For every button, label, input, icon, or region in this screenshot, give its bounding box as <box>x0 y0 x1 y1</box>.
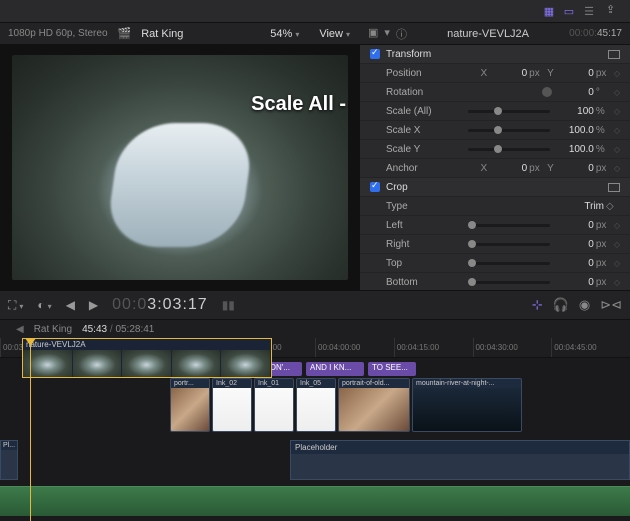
viewer-overlay-text: Scale All - <box>251 93 346 116</box>
rotation-dial[interactable] <box>542 87 552 97</box>
crop-bottom-slider[interactable] <box>468 281 550 284</box>
crop-reset-icon[interactable] <box>608 183 620 192</box>
enhance-tool-button[interactable]: ◐ <box>37 298 51 312</box>
color-inspector-icon[interactable]: ▾ <box>384 26 390 42</box>
scale-x-row: Scale X 100.0% ◇ <box>360 121 630 140</box>
audio-track[interactable] <box>0 486 630 516</box>
clip-duration: 00:00:45:17 <box>569 28 622 39</box>
crop-checkbox[interactable] <box>370 182 380 192</box>
position-row: Position X0px Y0px ◇ <box>360 64 630 83</box>
scale-y-row: Scale Y 100.0% ◇ <box>360 140 630 159</box>
crop-right-row: Right 0px◇ <box>360 235 630 254</box>
scale-x-slider[interactable] <box>468 129 550 132</box>
connected-clip[interactable]: mountain-river-at-night-... <box>412 378 522 432</box>
audio-skim-icon[interactable]: 🎧 <box>553 297 569 313</box>
ruler-tick[interactable]: 00:04:00:00 <box>315 338 394 357</box>
transform-reset-icon[interactable] <box>608 50 620 59</box>
primary-clip[interactable]: nature-VEVLJ2A <box>22 338 272 378</box>
scale-y-value[interactable]: 100.0 <box>558 144 594 155</box>
scale-x-value[interactable]: 100.0 <box>558 125 594 136</box>
solo-icon[interactable]: ◉ <box>579 297 590 313</box>
left-clip[interactable]: Pl... <box>0 440 18 480</box>
prev-frame-button[interactable]: ◀ <box>66 298 75 312</box>
timeline-info: ◀ Rat King 45:43 / 05:28:41 <box>0 320 630 338</box>
transform-checkbox[interactable] <box>370 49 380 59</box>
playhead[interactable] <box>30 338 31 521</box>
anchor-row: Anchor X0px Y0px ◇ <box>360 159 630 178</box>
crop-tool-button[interactable]: ⛶ <box>8 298 23 313</box>
timeline-icon[interactable]: ▭ <box>560 3 578 19</box>
crop-section[interactable]: Crop <box>360 178 630 197</box>
back-icon[interactable]: ◀ <box>16 324 24 335</box>
toolbar-mode-buttons: ▦ ▭ ☰ <box>540 3 598 19</box>
main-area: Scale All - Transform Position X0px Y0px… <box>0 45 630 290</box>
connected-clip[interactable]: Ink_02 <box>212 378 252 432</box>
transport-bar: ⛶ ◐ ◀ ▶ 00:03:03:17 ▮▮ ⊹ 🎧 ◉ ⊳⊲ <box>0 290 630 320</box>
format-label: 1080p HD 60p, Stereo <box>8 28 108 39</box>
scale-all-row: Scale (All) 100% ◇ <box>360 102 630 121</box>
anchor-y-value[interactable]: 0 <box>558 163 594 174</box>
clapper-icon[interactable]: 🎬 <box>118 27 132 40</box>
viewer-image <box>12 55 348 280</box>
crop-top-slider[interactable] <box>468 262 550 265</box>
info-inspector-icon[interactable]: ⓘ <box>396 26 407 42</box>
crop-type-value[interactable]: Trim <box>568 201 604 212</box>
app-toolbar: ▦ ▭ ☰ ⇪ <box>0 0 630 23</box>
share-icon[interactable]: ⇪ <box>606 3 624 19</box>
viewer[interactable]: Scale All - <box>0 45 360 290</box>
play-button[interactable]: ▶ <box>89 298 98 312</box>
transform-section[interactable]: Transform <box>360 45 630 64</box>
crop-top-row: Top 0px◇ <box>360 254 630 273</box>
timecode-display[interactable]: 00:03:03:17 <box>112 296 208 314</box>
scale-all-slider[interactable] <box>468 110 550 113</box>
project-name: Rat King <box>141 28 183 40</box>
crop-type-row: Type Trim◇ <box>360 197 630 216</box>
inspector-panel: Transform Position X0px Y0px ◇ Rotation … <box>360 45 630 290</box>
zoom-dropdown[interactable]: 54% <box>270 28 299 40</box>
browser-icon[interactable]: ▦ <box>540 3 558 19</box>
ruler-tick[interactable]: 00:04:15:00 <box>394 338 473 357</box>
connected-clip[interactable]: Ink_05 <box>296 378 336 432</box>
viewer-header: 1080p HD 60p, Stereo 🎬 Rat King 54% View… <box>0 23 630 45</box>
role-tag[interactable]: TO SEE... <box>368 362 416 376</box>
connected-clip[interactable]: portrait-of-old... <box>338 378 410 432</box>
position-x-value[interactable]: 0 <box>491 68 527 79</box>
position-y-value[interactable]: 0 <box>558 68 594 79</box>
inspector-icon[interactable]: ☰ <box>580 3 598 19</box>
crop-left-row: Left 0px◇ <box>360 216 630 235</box>
scale-all-value[interactable]: 100 <box>558 106 594 117</box>
connected-clip[interactable]: Ink_01 <box>254 378 294 432</box>
crop-left-slider[interactable] <box>468 224 550 227</box>
rotation-row: Rotation 0° ◇ <box>360 83 630 102</box>
next-frame-button[interactable]: ▮▮ <box>222 298 235 312</box>
ruler-tick[interactable]: 00:04:30:00 <box>473 338 552 357</box>
skimming-icon[interactable]: ⊹ <box>532 297 543 313</box>
connected-clip[interactable]: portr... <box>170 378 210 432</box>
rotation-value[interactable]: 0 <box>558 87 594 98</box>
snap-icon[interactable]: ⊳⊲ <box>600 297 622 313</box>
placeholder-clip[interactable]: Placeholder <box>290 440 630 480</box>
clip-name: nature-VEVLJ2A <box>407 28 569 40</box>
view-dropdown[interactable]: View <box>319 28 350 40</box>
scale-y-slider[interactable] <box>468 148 550 151</box>
role-tag[interactable]: AND I KN... <box>306 362 364 376</box>
crop-bottom-row: Bottom 0px◇ <box>360 273 630 290</box>
anchor-x-value[interactable]: 0 <box>491 163 527 174</box>
video-inspector-icon[interactable]: ▣ <box>368 26 378 42</box>
connected-clips-track[interactable]: portr...Ink_02Ink_01Ink_05portrait-of-ol… <box>0 378 630 432</box>
timeline[interactable]: 00:03:00:0000:03:15:0000:03:30:0000:03:4… <box>0 338 630 521</box>
crop-right-slider[interactable] <box>468 243 550 246</box>
ruler-tick[interactable]: 00:04:45:00 <box>551 338 630 357</box>
